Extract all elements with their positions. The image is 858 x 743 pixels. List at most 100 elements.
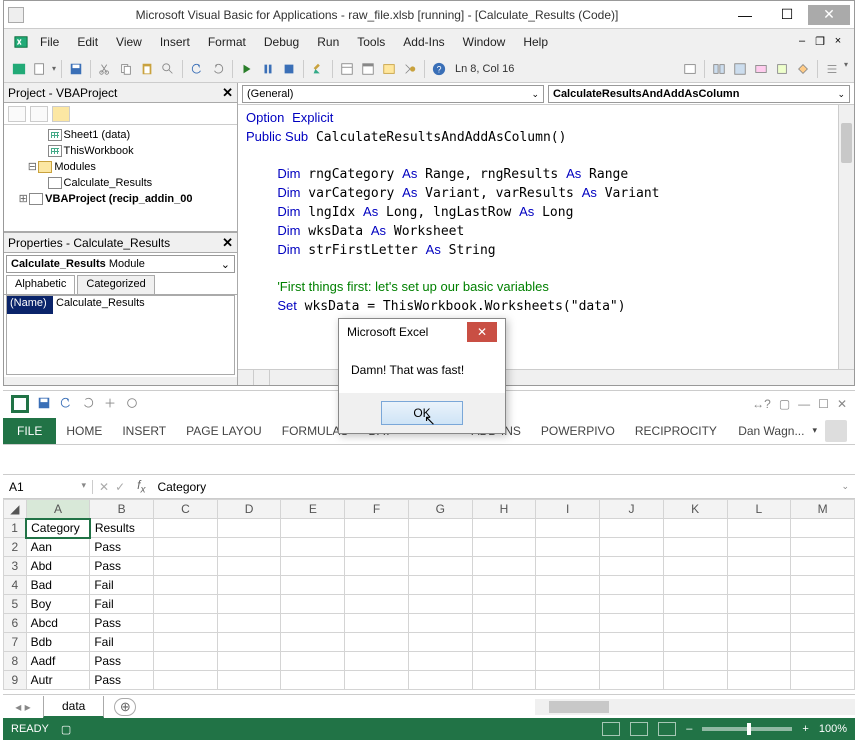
cell[interactable] bbox=[727, 614, 791, 633]
ribbon-tab[interactable]: HOME bbox=[56, 420, 112, 442]
menu-addins[interactable]: Add-Ins bbox=[395, 33, 452, 51]
cell[interactable] bbox=[791, 652, 855, 671]
code-editor[interactable]: Option Explicit Public Sub CalculateResu… bbox=[238, 105, 854, 369]
project-panel-close-icon[interactable]: ✕ bbox=[222, 85, 233, 101]
cell[interactable] bbox=[727, 576, 791, 595]
maximize-button[interactable]: ☐ bbox=[766, 5, 808, 25]
column-header[interactable]: K bbox=[663, 500, 727, 519]
page-layout-view-icon[interactable] bbox=[630, 722, 648, 736]
cell[interactable] bbox=[154, 614, 218, 633]
cell[interactable] bbox=[154, 671, 218, 690]
column-header[interactable]: C bbox=[154, 500, 218, 519]
tree-item[interactable]: ⊞VBAProject (recip_addin_00 bbox=[8, 191, 237, 207]
redo-icon[interactable] bbox=[209, 60, 227, 78]
cell[interactable] bbox=[536, 595, 600, 614]
cell[interactable] bbox=[281, 652, 345, 671]
column-header[interactable]: E bbox=[281, 500, 345, 519]
copy-icon[interactable] bbox=[117, 60, 135, 78]
window-close-button[interactable]: ✕ bbox=[837, 397, 847, 411]
cell[interactable] bbox=[791, 576, 855, 595]
qat-tool2-icon[interactable] bbox=[125, 396, 139, 413]
cell[interactable] bbox=[727, 557, 791, 576]
row-header[interactable]: 3 bbox=[4, 557, 27, 576]
column-header[interactable]: D bbox=[217, 500, 281, 519]
view-excel-icon[interactable] bbox=[10, 60, 28, 78]
cell[interactable]: Autr bbox=[26, 671, 90, 690]
save-icon[interactable] bbox=[67, 60, 85, 78]
mdi-restore-button[interactable]: ❐ bbox=[812, 35, 828, 49]
code-vertical-scrollbar[interactable] bbox=[838, 105, 854, 369]
object-dropdown[interactable]: (General)⌄ bbox=[242, 85, 544, 103]
right-tool-4[interactable] bbox=[752, 60, 770, 78]
menu-file[interactable]: File bbox=[32, 33, 67, 51]
cell[interactable] bbox=[281, 519, 345, 538]
cell[interactable] bbox=[345, 576, 409, 595]
page-break-view-icon[interactable] bbox=[658, 722, 676, 736]
right-tool-7[interactable] bbox=[823, 60, 841, 78]
ribbon-tab[interactable]: INSERT bbox=[112, 420, 176, 442]
cell[interactable] bbox=[345, 652, 409, 671]
cell[interactable] bbox=[281, 538, 345, 557]
zoom-out-button[interactable]: – bbox=[686, 723, 692, 735]
cell[interactable] bbox=[472, 557, 536, 576]
cell[interactable]: Category bbox=[26, 519, 90, 538]
user-name[interactable]: Dan Wagn... bbox=[738, 424, 804, 438]
cell[interactable] bbox=[663, 671, 727, 690]
cell[interactable] bbox=[408, 614, 472, 633]
cell[interactable] bbox=[408, 538, 472, 557]
cell[interactable] bbox=[536, 519, 600, 538]
ribbon-tab[interactable]: PAGE LAYOU bbox=[176, 420, 272, 442]
cell[interactable] bbox=[154, 595, 218, 614]
view-code-icon[interactable] bbox=[8, 106, 26, 122]
qat-tool-icon[interactable] bbox=[103, 396, 117, 413]
normal-view-icon[interactable] bbox=[602, 722, 620, 736]
cell[interactable] bbox=[791, 633, 855, 652]
worksheet-grid[interactable]: ◢ABCDEFGHIJKLM1CategoryResults2AanPass3A… bbox=[3, 499, 855, 690]
column-header[interactable]: I bbox=[536, 500, 600, 519]
cell[interactable] bbox=[600, 538, 664, 557]
macro-record-icon[interactable]: ▢ bbox=[61, 723, 71, 736]
cell[interactable] bbox=[408, 595, 472, 614]
cell[interactable] bbox=[536, 671, 600, 690]
close-button[interactable]: ✕ bbox=[808, 5, 850, 25]
cut-icon[interactable] bbox=[96, 60, 114, 78]
column-header[interactable]: J bbox=[600, 500, 664, 519]
cell[interactable] bbox=[408, 519, 472, 538]
right-tool-2[interactable] bbox=[710, 60, 728, 78]
ribbon-display-icon[interactable]: ▢ bbox=[779, 397, 790, 411]
cell[interactable] bbox=[217, 633, 281, 652]
cell[interactable] bbox=[281, 614, 345, 633]
cell[interactable] bbox=[408, 576, 472, 595]
project-explorer-icon[interactable] bbox=[338, 60, 356, 78]
message-box-close-button[interactable]: ✕ bbox=[467, 322, 497, 342]
cell[interactable] bbox=[727, 538, 791, 557]
cell[interactable] bbox=[217, 652, 281, 671]
cell[interactable] bbox=[791, 671, 855, 690]
formula-input[interactable]: Category bbox=[151, 480, 835, 494]
cell[interactable]: Pass bbox=[90, 538, 154, 557]
cell[interactable]: Aadf bbox=[26, 652, 90, 671]
cell[interactable] bbox=[663, 614, 727, 633]
reset-icon[interactable] bbox=[280, 60, 298, 78]
tree-item[interactable]: ThisWorkbook bbox=[8, 143, 237, 159]
row-header[interactable]: 6 bbox=[4, 614, 27, 633]
cell[interactable] bbox=[281, 557, 345, 576]
cancel-icon[interactable]: ✕ bbox=[99, 480, 109, 494]
zoom-in-button[interactable]: + bbox=[802, 723, 808, 735]
cell[interactable]: Bdb bbox=[26, 633, 90, 652]
right-tool-3[interactable] bbox=[731, 60, 749, 78]
cell[interactable] bbox=[727, 519, 791, 538]
cell[interactable]: Boy bbox=[26, 595, 90, 614]
cell[interactable] bbox=[663, 557, 727, 576]
cell[interactable] bbox=[154, 576, 218, 595]
cell[interactable] bbox=[663, 538, 727, 557]
cell[interactable] bbox=[408, 652, 472, 671]
window-minimize-button[interactable]: — bbox=[798, 397, 810, 411]
properties-panel-close-icon[interactable]: ✕ bbox=[222, 235, 233, 251]
cell[interactable] bbox=[472, 519, 536, 538]
cell[interactable]: Aan bbox=[26, 538, 90, 557]
mdi-minimize-button[interactable]: – bbox=[794, 35, 810, 49]
cell[interactable] bbox=[600, 652, 664, 671]
column-header[interactable]: F bbox=[345, 500, 409, 519]
cell[interactable]: Abd bbox=[26, 557, 90, 576]
